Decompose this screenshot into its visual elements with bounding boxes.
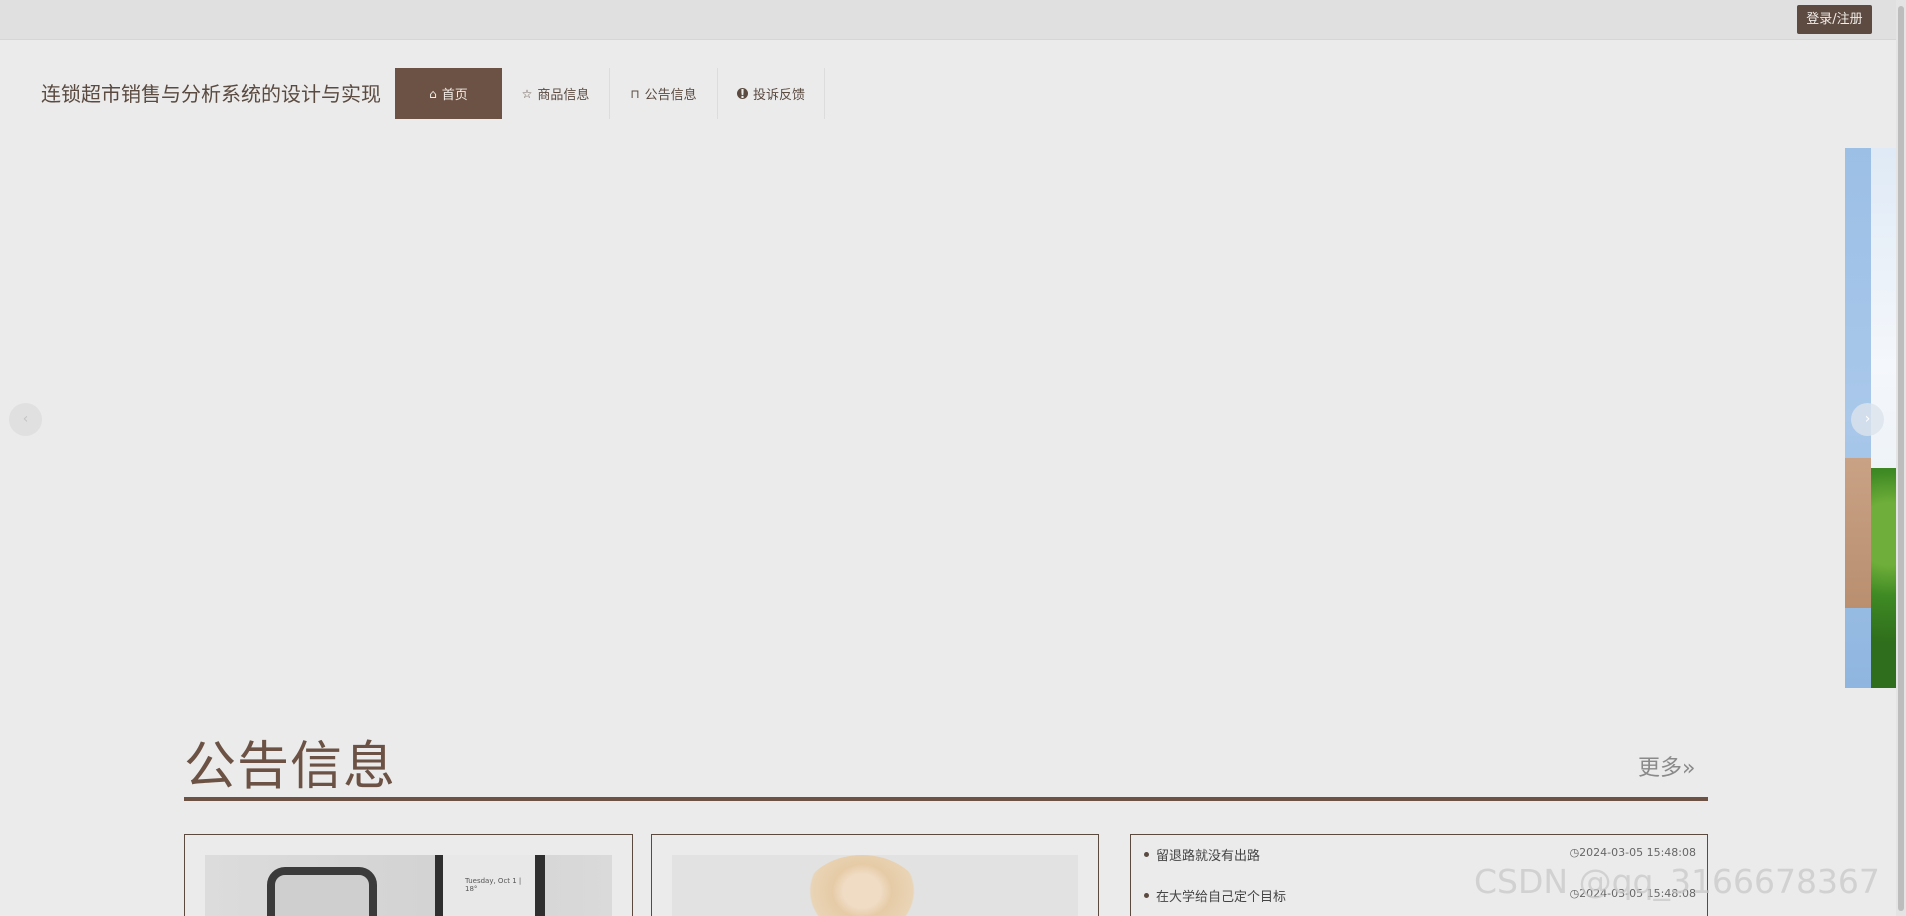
bullet-icon: [1144, 893, 1149, 898]
phone-illustration: Tuesday, Oct 1 | 18°: [435, 855, 545, 916]
chevron-left-icon: ‹: [22, 411, 29, 427]
scrollbar-thumb[interactable]: [1898, 6, 1904, 911]
notice-card-image: [672, 855, 1078, 916]
nav-item-home[interactable]: ⌂ 首页: [395, 68, 502, 119]
nav-item-products[interactable]: ☆ 商品信息: [502, 68, 610, 119]
notices-section-title: 公告信息: [184, 737, 397, 797]
alert-icon: !: [736, 88, 748, 100]
carousel-prev-button[interactable]: ‹: [9, 403, 42, 436]
nav-item-label: 商品信息: [537, 88, 590, 103]
carousel-next-button[interactable]: ›: [1851, 403, 1884, 436]
notices-more-link[interactable]: 更多»: [1638, 750, 1695, 782]
nav-item-notices[interactable]: ⊓ 公告信息: [610, 68, 718, 119]
watermark-text: CSDN @qq_3166678367: [1474, 862, 1880, 901]
top-bar: 登录/注册: [0, 0, 1906, 40]
star-icon: ☆: [521, 86, 533, 101]
notice-time: ◷2024-03-05 15:48:08: [1569, 846, 1696, 859]
home-icon: ⌂: [429, 86, 437, 101]
nav-item-label: 公告信息: [644, 88, 697, 103]
nav-item-feedback[interactable]: ! 投诉反馈: [718, 68, 825, 119]
notice-title[interactable]: 在大学给自己定个目标: [1156, 886, 1286, 905]
notice-title[interactable]: 留退路就没有出路: [1156, 845, 1260, 864]
nav-item-label: 首页: [441, 88, 468, 103]
main-nav: ⌂ 首页 ☆ 商品信息 ⊓ 公告信息 ! 投诉反馈: [395, 68, 825, 119]
site-title: 连锁超市销售与分析系统的设计与实现: [41, 82, 381, 106]
notice-card[interactable]: Tuesday, Oct 1 | 18°: [184, 834, 633, 916]
phone-illustration: [267, 867, 377, 916]
notice-card-image: Tuesday, Oct 1 | 18°: [205, 855, 612, 916]
portrait-illustration: [802, 855, 922, 916]
phone-screen-text: Tuesday, Oct 1 | 18°: [465, 877, 522, 893]
bag-icon: ⊓: [630, 86, 640, 101]
nav-item-label: 投诉反馈: [752, 88, 805, 103]
bullet-icon: [1144, 852, 1149, 857]
section-divider: [184, 797, 1708, 801]
login-register-button[interactable]: 登录/注册: [1797, 5, 1872, 34]
chevron-right-icon: ›: [1864, 411, 1871, 427]
carousel-banner[interactable]: [0, 148, 1896, 688]
notice-card[interactable]: [651, 834, 1099, 916]
